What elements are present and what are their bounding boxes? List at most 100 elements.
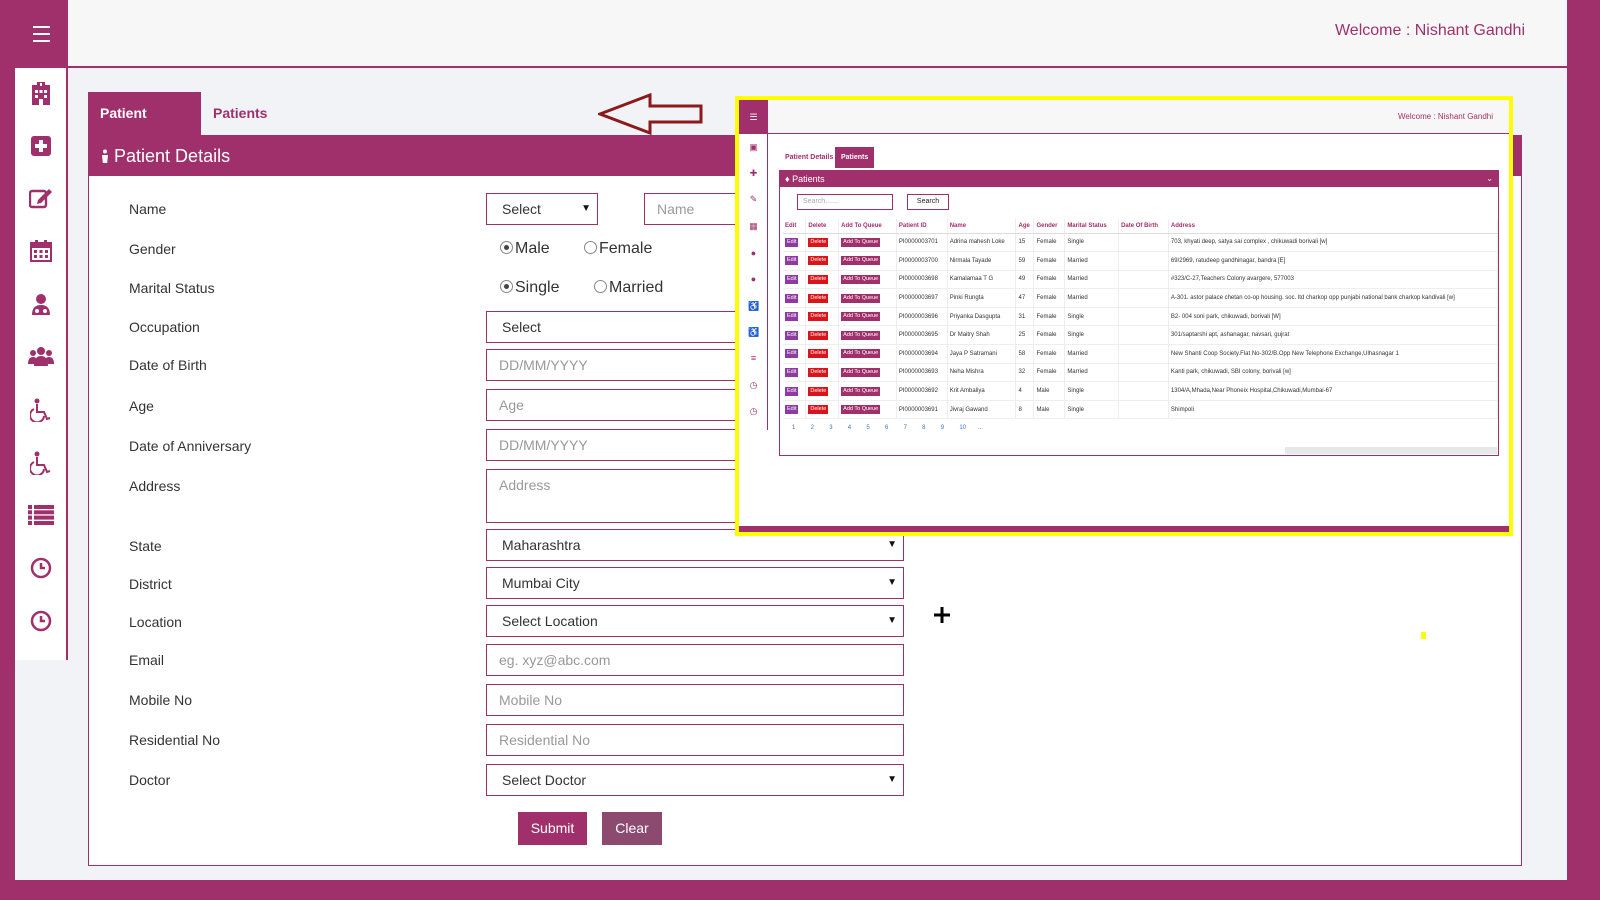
tab-patients[interactable]: Patients	[201, 92, 279, 135]
table-cell: Female	[1033, 288, 1066, 308]
title-select[interactable]: Select ▼	[486, 193, 598, 225]
tab-patient-details[interactable]: Patient Details	[88, 92, 201, 164]
table-row: Edit Delete Add To Queue PI0000003697 Pinki …	[783, 288, 1499, 308]
radio-icon	[594, 280, 607, 293]
clear-button[interactable]: Clear	[602, 812, 662, 845]
email-input[interactable]: eg. xyz@abc.com	[486, 644, 904, 676]
overlay-search-button: Search	[907, 194, 949, 210]
medical-plus-icon: ✚	[749, 168, 758, 178]
page-link: 3	[829, 425, 833, 431]
table-cell: New Shanti Coop Society.Flat No-302/B.Op…	[1168, 344, 1499, 364]
table-cell: 703, khyati deep, satya sai complex , ch…	[1168, 233, 1499, 253]
residential-input[interactable]: Residential No	[486, 724, 904, 756]
overlay-panel-header: ♦ Patients ⌄	[780, 171, 1498, 187]
edit-button: Edit	[785, 274, 799, 284]
table-cell: Female	[1033, 270, 1066, 290]
table-cell: 25	[1015, 325, 1035, 346]
table-cell	[1118, 251, 1169, 271]
table-cell: Male	[1033, 400, 1066, 420]
list-icon: ≡	[750, 353, 757, 363]
clock-icon[interactable]	[27, 607, 55, 635]
overlay-sidebar: ▣ ✚ ✎ ▦ ● ● ♿ ♿ ≡ ◷ ◷	[739, 134, 768, 430]
table-cell: 301/saptarshi apt, ashanagar, navsari, g…	[1168, 325, 1499, 346]
overlay-patients-panel: ♦ Patients ⌄ Search....... Search Edit De…	[779, 170, 1499, 456]
delete-button: Delete	[808, 274, 829, 284]
highlight-dot	[1421, 632, 1426, 639]
delete-button: Delete	[808, 256, 829, 266]
table-cell: 15	[1015, 233, 1035, 253]
edit-button: Edit	[785, 256, 799, 266]
doctor-icon[interactable]	[27, 290, 55, 318]
age-label: Age	[129, 398, 154, 414]
table-cell	[1118, 307, 1169, 327]
panel-title: Patient Details	[114, 146, 231, 166]
table-cell: Female	[1033, 344, 1066, 364]
delete-button: Delete	[808, 237, 829, 247]
page-link: 2	[810, 425, 814, 431]
location-select[interactable]: Select Location ▼	[486, 605, 904, 637]
table-cell: Married	[1064, 344, 1120, 364]
plus-cursor-icon	[934, 607, 950, 623]
overlay-pagination: 1 2 3 4 5 6 7 8 9 10...	[792, 425, 997, 431]
table-cell: 32	[1015, 363, 1035, 383]
overlay-tab-patient-details: Patient Details	[785, 154, 834, 161]
table-cell	[1118, 344, 1169, 364]
clock-icon: ◷	[749, 380, 758, 390]
top-bar: Welcome : Nishant Gandhi	[15, 0, 1567, 68]
medical-plus-icon[interactable]	[27, 132, 55, 160]
doctor-select[interactable]: Select Doctor ▼	[486, 764, 904, 796]
marital-radio-married[interactable]: Married	[594, 279, 663, 297]
mobile-input[interactable]: Mobile No	[486, 684, 904, 716]
app-viewport: Welcome : Nishant Gandhi Patient Patient…	[15, 0, 1567, 880]
location-label: Location	[129, 614, 182, 630]
wheelchair-icon[interactable]	[27, 396, 55, 424]
list-icon[interactable]	[27, 501, 55, 529]
table-cell	[1118, 400, 1169, 420]
add-to-queue-button: Add To Queue	[841, 330, 881, 340]
hamburger-icon: ☰	[739, 100, 768, 134]
chevron-down-icon: ▼	[887, 774, 897, 785]
district-select[interactable]: Mumbai City ▼	[486, 567, 904, 599]
table-cell: 31	[1015, 307, 1035, 327]
wheelchair-icon[interactable]	[27, 449, 55, 477]
table-cell: Female	[1033, 363, 1066, 383]
table-cell: Kanti park, chikuwadi, SBI colony, boriv…	[1168, 363, 1499, 383]
chevron-down-icon: ▼	[887, 577, 897, 588]
marital-status-label: Marital Status	[129, 280, 215, 296]
edit-button: Edit	[785, 312, 799, 322]
hospital-icon[interactable]	[27, 80, 55, 108]
edit-button: Edit	[785, 330, 799, 340]
table-cell	[1118, 233, 1169, 253]
table-row: Edit Delete Add To Queue PI0000003698 Kamala…	[783, 270, 1499, 290]
table-cell: PI0000003693	[896, 363, 948, 383]
doctor-label: Doctor	[129, 772, 171, 788]
edit-icon[interactable]	[27, 184, 55, 212]
table-cell: PI0000003698	[896, 270, 948, 290]
table-cell: PI0000003697	[896, 288, 948, 308]
table-cell: Female	[1033, 233, 1066, 253]
gender-label: Gender	[129, 241, 176, 257]
page-link: 9	[940, 425, 945, 431]
table-cell: Married	[1064, 363, 1120, 383]
table-cell	[1118, 381, 1169, 401]
overlay-panel-title: Patients	[792, 174, 825, 184]
chevron-down-icon: ▼	[581, 203, 591, 214]
gender-radio-male[interactable]: Male	[500, 240, 550, 258]
add-to-queue-button: Add To Queue	[841, 367, 881, 377]
edit-button: Edit	[785, 367, 799, 377]
add-to-queue-button: Add To Queue	[841, 274, 881, 284]
table-header-cell: Delete	[805, 219, 840, 234]
clock-icon[interactable]	[27, 554, 55, 582]
hamburger-icon[interactable]	[15, 0, 68, 68]
table-cell: Single	[1064, 400, 1120, 420]
calendar-icon[interactable]	[27, 237, 55, 265]
add-to-queue-button: Add To Queue	[841, 312, 881, 322]
state-label: State	[129, 538, 162, 554]
submit-button[interactable]: Submit	[518, 812, 587, 845]
overlay-scrollbar	[1285, 447, 1497, 454]
marital-radio-single[interactable]: Single	[500, 279, 559, 297]
users-group-icon[interactable]	[27, 342, 55, 370]
gender-radio-female[interactable]: Female	[584, 240, 652, 258]
table-cell	[1118, 325, 1169, 346]
patients-screenshot-overlay: ☰ Welcome : Nishant Gandhi ▣ ✚ ✎ ▦ ● ● ♿…	[735, 96, 1513, 536]
